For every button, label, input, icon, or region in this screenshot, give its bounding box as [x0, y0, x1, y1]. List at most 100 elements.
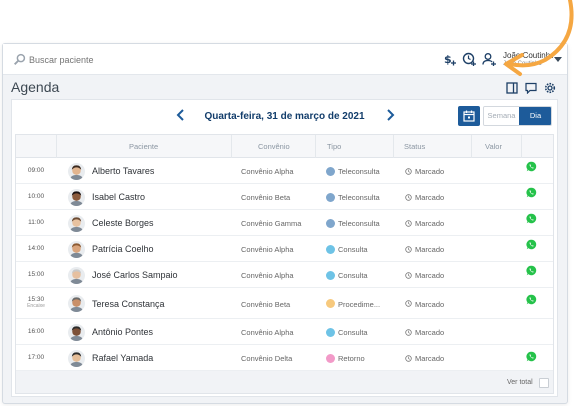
view-day-button[interactable]: Dia [519, 107, 551, 125]
clock-status-icon [405, 245, 412, 253]
type-color-dot [326, 299, 335, 308]
header-value: Valor [485, 142, 502, 151]
whatsapp-icon[interactable] [526, 294, 537, 305]
insurance-name: Convênio Alpha [241, 271, 294, 280]
user-subtitle: João Coutinho [503, 61, 542, 67]
dollar-plus-icon[interactable]: $ [443, 52, 457, 66]
user-plus-icon[interactable] [482, 52, 496, 66]
patient-name[interactable]: Teresa Constança [92, 299, 165, 309]
appointment-time: 09:00 [16, 167, 56, 174]
appointment-time: 14:00 [16, 245, 56, 252]
appointment-status: Marcado [415, 245, 445, 254]
current-date: Quarta-feira, 31 de março de 2021 [204, 111, 365, 122]
avatar [68, 162, 85, 180]
appointment-status: Marcado [415, 271, 445, 280]
avatar [68, 188, 85, 206]
column-divider [521, 135, 522, 158]
table-row[interactable]: 15:30 Encaixe Teresa Constança Convênio Bet… [16, 288, 553, 319]
type-color-dot [326, 192, 335, 202]
show-total-label: Ver total [507, 379, 533, 386]
table-row[interactable]: 17:00 Rafael Yamada Convênio Delta Retorno M… [16, 345, 553, 371]
patient-name[interactable]: Patrícia Coelho [92, 244, 154, 254]
column-divider [393, 135, 394, 158]
calendar-button[interactable] [458, 106, 480, 126]
gear-icon[interactable] [544, 82, 556, 94]
header-status: Status [404, 142, 426, 151]
clock-status-icon [405, 271, 412, 279]
table-row[interactable]: 14:00 Patrícia Coelho Convênio Alpha Consul… [16, 236, 553, 262]
avatar [68, 295, 85, 312]
search-input[interactable] [29, 52, 229, 68]
insurance-name: Convênio Gamma [241, 219, 302, 228]
clock-status-icon [405, 328, 412, 336]
user-menu[interactable]: João Coutinho João Coutinho [503, 51, 553, 69]
chevron-left-icon[interactable] [175, 108, 187, 122]
whatsapp-icon[interactable] [526, 351, 537, 362]
chevron-right-icon[interactable] [384, 108, 396, 122]
appointment-status: Marcado [415, 354, 445, 363]
calendar-icon [463, 110, 475, 122]
avatar [68, 240, 85, 258]
sidebar-toggle-icon[interactable] [506, 82, 518, 94]
svg-text:$: $ [444, 53, 452, 66]
chevron-down-icon[interactable] [554, 57, 562, 62]
type-color-dot [326, 218, 335, 228]
appointment-type: Procedime... [338, 299, 381, 309]
clock-plus-icon[interactable] [462, 52, 476, 66]
table-row[interactable]: 16:00 Antônio Pontes Convênio Alpha Consult… [16, 319, 553, 345]
appointment-status: Marcado [415, 167, 445, 176]
header-type: Tipo [327, 142, 342, 151]
patient-name[interactable]: José Carlos Sampaio [92, 270, 178, 280]
appointment-status: Marcado [415, 299, 445, 309]
time-value: 11:00 [28, 219, 44, 226]
header-patient: Paciente [129, 142, 159, 151]
appointment-status: Marcado [415, 193, 445, 202]
whatsapp-icon[interactable] [526, 239, 537, 250]
appointment-status: Marcado [415, 328, 445, 337]
time-value: 15:30 [27, 295, 45, 303]
table-row[interactable]: 10:00 Isabel Castro Convênio Beta Teleconsu… [16, 184, 553, 210]
patient-name[interactable]: Alberto Tavares [92, 166, 154, 176]
appointment-type: Teleconsulta [338, 219, 380, 228]
column-divider [315, 135, 316, 158]
insurance-name: Convênio Alpha [241, 245, 294, 254]
column-divider [471, 135, 472, 158]
appointment-time: 10:00 [16, 193, 56, 200]
table-row[interactable]: 11:00 Celeste Borges Convênio Gamma Telecon… [16, 210, 553, 236]
view-toggle: Semana Dia [483, 106, 552, 126]
chat-icon[interactable] [525, 82, 537, 94]
patient-name[interactable]: Celeste Borges [92, 218, 154, 228]
whatsapp-icon[interactable] [526, 213, 537, 224]
time-value: 09:00 [27, 167, 45, 174]
patient-name[interactable]: Isabel Castro [92, 192, 145, 202]
appointment-type: Retorno [338, 354, 365, 363]
appointment-type: Teleconsulta [338, 167, 380, 176]
table-row[interactable]: 09:00 Alberto Tavares Convênio Alpha Teleco… [16, 158, 553, 184]
time-value: 16:00 [27, 328, 45, 335]
app-window: $ João Coutinho João Coutinho Agenda [2, 43, 568, 404]
appointment-type: Consulta [338, 328, 368, 337]
avatar [68, 349, 85, 367]
table-footer: Ver total [16, 371, 553, 393]
time-value: 15:00 [27, 271, 45, 278]
type-color-dot [326, 270, 335, 280]
view-week-button[interactable]: Semana [484, 107, 519, 125]
table-row[interactable]: 15:00 José Carlos Sampaio Convênio Alpha Co… [16, 262, 553, 288]
show-total-checkbox[interactable] [539, 378, 549, 388]
whatsapp-icon[interactable] [526, 265, 537, 276]
column-divider [231, 135, 232, 158]
clock-status-icon [405, 354, 412, 362]
appointments-table: Paciente Convênio Tipo Status Valor 09:0… [15, 134, 554, 394]
patient-name[interactable]: Antônio Pontes [92, 327, 153, 337]
user-name: João Coutinho [503, 51, 553, 60]
page-title: Agenda [11, 79, 60, 95]
table-header: Paciente Convênio Tipo Status Valor [16, 135, 553, 158]
header-insurance: Convênio [258, 142, 290, 151]
avatar [68, 266, 85, 284]
type-color-dot [326, 244, 335, 254]
type-color-dot [326, 327, 335, 337]
whatsapp-icon[interactable] [526, 187, 537, 198]
patient-name[interactable]: Rafael Yamada [92, 353, 153, 363]
whatsapp-icon[interactable] [526, 161, 537, 172]
agenda-panel: Quarta-feira, 31 de março de 2021 Semana… [11, 99, 558, 397]
